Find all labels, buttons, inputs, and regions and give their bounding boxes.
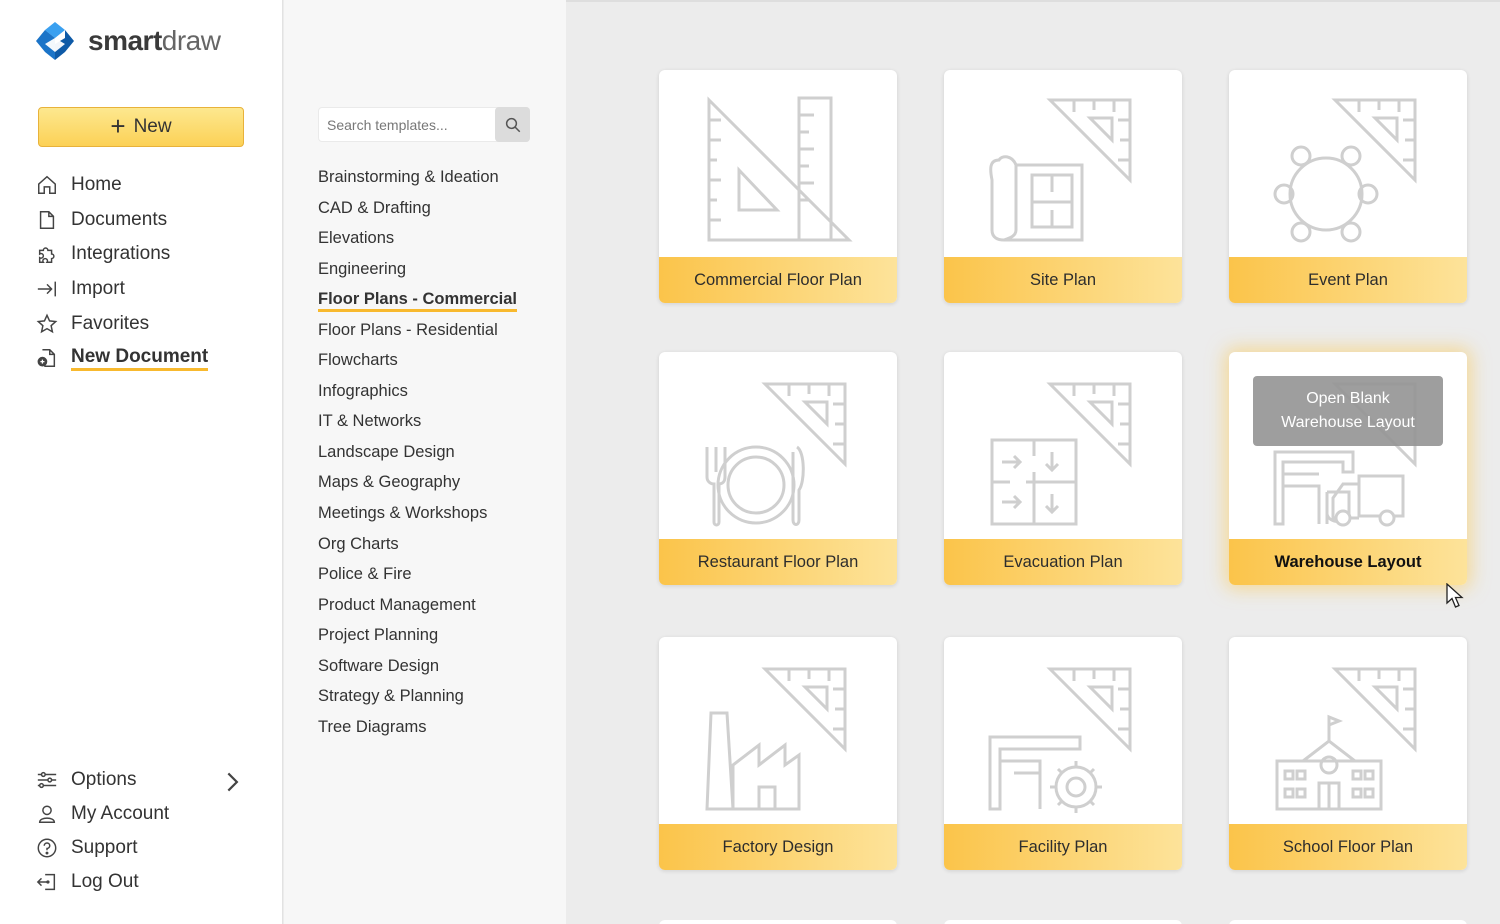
nav-label: Favorites xyxy=(71,312,150,334)
help-icon xyxy=(37,838,57,858)
nav-label: Import xyxy=(71,278,125,300)
new-button[interactable]: + New xyxy=(38,107,244,147)
plus-icon: + xyxy=(110,110,126,141)
sidebar: smartdraw + New Home Documents Integrati… xyxy=(0,0,283,924)
category-item[interactable]: Police & Fire xyxy=(318,559,517,590)
template-card-event-plan[interactable]: Event Plan xyxy=(1229,70,1467,303)
nav-label: Home xyxy=(71,174,122,196)
import-icon xyxy=(37,281,56,297)
category-item[interactable]: Infographics xyxy=(318,376,517,407)
facility-gear-icon xyxy=(944,637,1182,825)
template-card-evacuation-plan[interactable]: Evacuation Plan xyxy=(944,352,1182,585)
round-table-icon xyxy=(1229,70,1467,258)
category-item[interactable]: IT & Networks xyxy=(318,406,517,437)
next-row-card xyxy=(944,920,1182,924)
template-card-school-floor-plan[interactable]: School Floor Plan xyxy=(1229,637,1467,870)
main-nav: Home Documents Integrations Import Favor… xyxy=(36,168,266,376)
bottom-nav: Options My Account Support Log Out xyxy=(36,763,266,899)
category-item[interactable]: Software Design xyxy=(318,651,517,682)
template-label: Commercial Floor Plan xyxy=(659,257,897,303)
template-label: Event Plan xyxy=(1229,257,1467,303)
new-document-icon xyxy=(37,349,56,368)
plate-cutlery-icon xyxy=(659,352,897,540)
nav-documents[interactable]: Documents xyxy=(36,203,266,238)
category-item[interactable]: Flowcharts xyxy=(318,345,517,376)
smartdraw-logo[interactable]: smartdraw xyxy=(36,22,221,60)
search-box xyxy=(318,107,530,142)
home-icon xyxy=(38,176,56,195)
template-card-restaurant-floor-plan[interactable]: Restaurant Floor Plan xyxy=(659,352,897,585)
nav-my-account[interactable]: My Account xyxy=(36,797,266,831)
template-card-site-plan[interactable]: Site Plan xyxy=(944,70,1182,303)
template-label: Facility Plan xyxy=(944,824,1182,870)
triangle-ruler-icon xyxy=(659,70,897,258)
template-label: Evacuation Plan xyxy=(944,539,1182,585)
new-button-label: New xyxy=(133,116,172,137)
star-icon xyxy=(36,313,58,333)
category-item[interactable]: Tree Diagrams xyxy=(318,712,517,743)
template-card-commercial-floor-plan[interactable]: Commercial Floor Plan xyxy=(659,70,897,303)
search-icon xyxy=(505,117,520,132)
category-item[interactable]: Project Planning xyxy=(318,620,517,651)
puzzle-icon xyxy=(38,247,55,264)
tooltip-line1: Open Blank xyxy=(1306,390,1390,407)
nav-label: Integrations xyxy=(71,243,171,265)
mouse-cursor-icon xyxy=(1446,583,1464,608)
category-item[interactable]: Strategy & Planning xyxy=(318,681,517,712)
document-icon xyxy=(39,210,55,229)
category-item[interactable]: CAD & Drafting xyxy=(318,193,517,224)
category-list: Brainstorming & Ideation CAD & Drafting … xyxy=(318,162,517,742)
nav-options[interactable]: Options xyxy=(36,763,266,797)
template-label: Site Plan xyxy=(944,257,1182,303)
category-item-active[interactable]: Floor Plans - Commercial xyxy=(318,284,517,315)
category-item[interactable]: Floor Plans - Residential xyxy=(318,315,517,346)
template-card-warehouse-layout[interactable]: Open Blank Warehouse Layout Warehouse La… xyxy=(1229,352,1467,585)
category-item[interactable]: Org Charts xyxy=(318,529,517,560)
tooltip-line2: Warehouse Layout xyxy=(1281,414,1415,431)
template-label: Restaurant Floor Plan xyxy=(659,539,897,585)
category-panel: Brainstorming & Ideation CAD & Drafting … xyxy=(284,0,566,924)
template-label: Warehouse Layout xyxy=(1229,539,1467,585)
template-label: School Floor Plan xyxy=(1229,824,1467,870)
nav-new-document[interactable]: New Document xyxy=(36,341,266,376)
nav-favorites[interactable]: Favorites xyxy=(36,306,266,341)
logout-icon xyxy=(36,873,56,891)
template-card-factory-design[interactable]: Factory Design xyxy=(659,637,897,870)
nav-label: Options xyxy=(71,769,137,790)
category-item[interactable]: Product Management xyxy=(318,590,517,621)
category-item[interactable]: Meetings & Workshops xyxy=(318,498,517,529)
search-input[interactable] xyxy=(319,108,495,141)
school-icon xyxy=(1229,637,1467,825)
logo-wordmark: smartdraw xyxy=(88,25,221,56)
factory-icon xyxy=(659,637,897,825)
user-icon xyxy=(38,805,56,823)
nav-import[interactable]: Import xyxy=(36,272,266,307)
nav-label: Documents xyxy=(71,208,168,230)
category-item[interactable]: Landscape Design xyxy=(318,437,517,468)
template-label: Factory Design xyxy=(659,824,897,870)
category-item[interactable]: Elevations xyxy=(318,223,517,254)
template-card-facility-plan[interactable]: Facility Plan xyxy=(944,637,1182,870)
smartdraw-logo-icon xyxy=(36,22,74,60)
chevron-right-icon xyxy=(227,772,239,792)
category-item[interactable]: Maps & Geography xyxy=(318,467,517,498)
nav-support[interactable]: Support xyxy=(36,831,266,865)
nav-label: New Document xyxy=(71,346,209,371)
next-row-card xyxy=(1229,920,1467,924)
nav-label: Support xyxy=(71,837,138,858)
search-button[interactable] xyxy=(495,107,530,142)
sliders-icon xyxy=(37,771,57,789)
top-divider xyxy=(566,0,1500,2)
category-item[interactable]: Brainstorming & Ideation xyxy=(318,162,517,193)
nav-integrations[interactable]: Integrations xyxy=(36,237,266,272)
blueprint-icon xyxy=(944,70,1182,258)
nav-log-out[interactable]: Log Out xyxy=(36,865,266,899)
nav-label: My Account xyxy=(71,803,170,824)
evacuation-arrows-icon xyxy=(944,352,1182,540)
next-row-card xyxy=(659,920,897,924)
open-blank-tooltip[interactable]: Open Blank Warehouse Layout xyxy=(1253,376,1443,446)
nav-home[interactable]: Home xyxy=(36,168,266,203)
nav-label: Log Out xyxy=(71,871,139,892)
category-item[interactable]: Engineering xyxy=(318,254,517,285)
